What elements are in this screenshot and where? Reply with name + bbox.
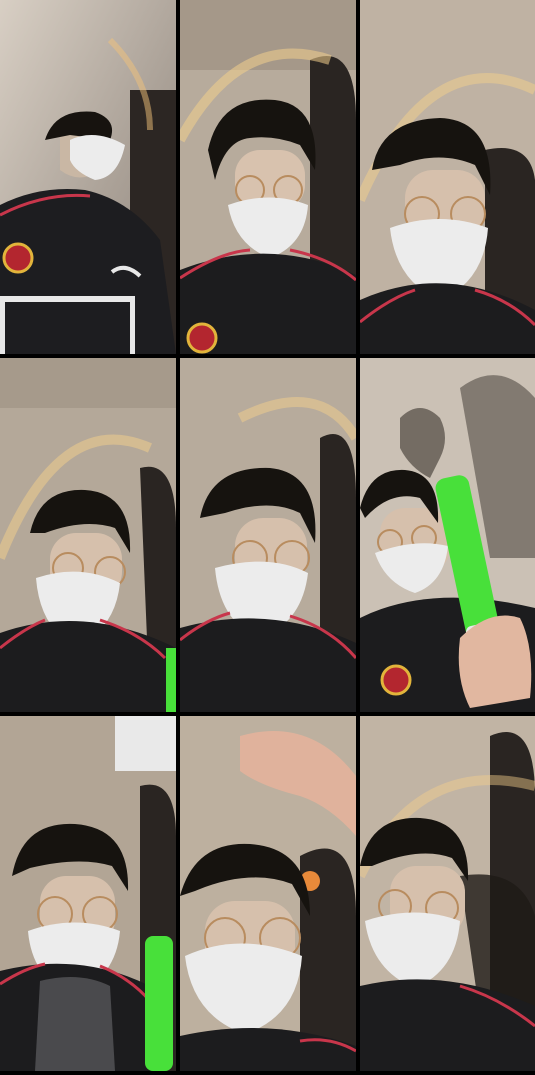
photo-tile-5-image: [180, 358, 356, 712]
photo-collage: [0, 0, 535, 1075]
photo-tile-9[interactable]: [360, 716, 535, 1071]
photo-tile-6[interactable]: [360, 358, 535, 712]
photo-tile-5[interactable]: [180, 358, 356, 712]
photo-tile-7[interactable]: [0, 716, 176, 1071]
photo-tile-3[interactable]: [360, 0, 535, 354]
photo-tile-9-image: [360, 716, 535, 1071]
photo-tile-6-image: [360, 358, 535, 712]
photo-tile-1[interactable]: [0, 0, 176, 354]
photo-tile-8[interactable]: [180, 716, 356, 1071]
photo-tile-3-image: [360, 0, 535, 354]
photo-tile-2-image: [180, 0, 356, 354]
photo-tile-4-image: [0, 358, 176, 712]
photo-tile-4[interactable]: [0, 358, 176, 712]
photo-tile-8-image: [180, 716, 356, 1071]
photo-tile-7-image: [0, 716, 176, 1071]
photo-tile-1-image: [0, 0, 176, 354]
photo-tile-2[interactable]: [180, 0, 356, 354]
